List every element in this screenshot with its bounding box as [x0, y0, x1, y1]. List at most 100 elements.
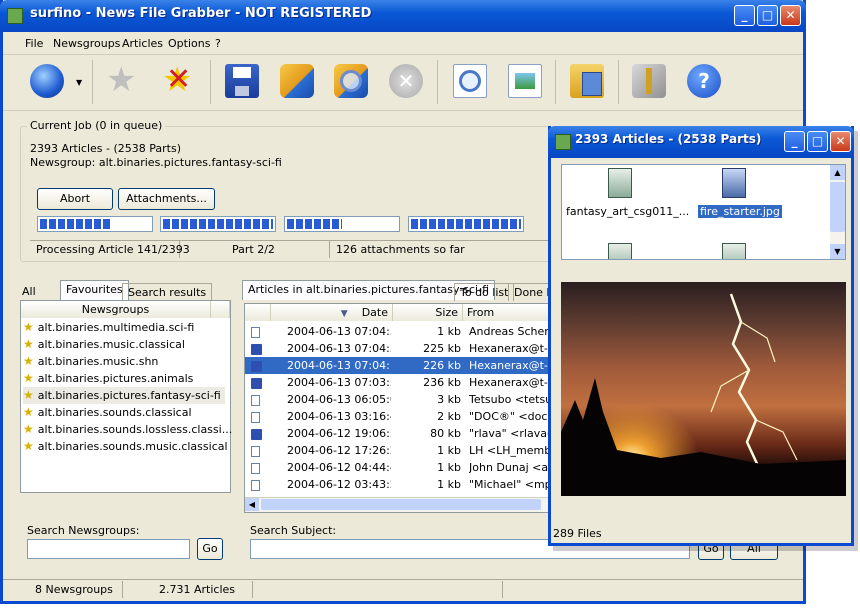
popup-close-button[interactable]: ✕	[830, 131, 851, 152]
tab-all[interactable]: All	[17, 283, 41, 301]
table-row[interactable]: 2004-06-12 19:06:57 80 kb "rlava" <rlava@	[245, 425, 553, 442]
minimize-button[interactable]: _	[734, 5, 755, 26]
file-icon[interactable]	[608, 168, 632, 198]
dropdown-arrow-icon[interactable]: ▼	[76, 78, 82, 87]
progress-bar-2	[160, 216, 276, 232]
close-button[interactable]: ✕	[780, 5, 801, 26]
main-title-bar[interactable]: surfino - News File Grabber - NOT REGIST…	[0, 0, 806, 32]
vertical-scrollbar[interactable]: ▲ ▼	[830, 165, 845, 259]
date-column-header[interactable]: ▼ Date	[271, 304, 393, 321]
newsgroups-list: Newsgroups ★ alt.binaries.multimedia.sci-…	[20, 300, 232, 493]
date-cell: 2004-06-12 04:44:46	[287, 461, 391, 474]
help-icon[interactable]: ?	[687, 64, 721, 98]
progress-fill-1	[40, 219, 112, 229]
stop-icon[interactable]: ✕	[389, 64, 423, 98]
folders-icon[interactable]	[570, 64, 604, 98]
table-row[interactable]: 2004-06-13 06:05:03 3 kb Tetsubo <tetsub	[245, 391, 553, 408]
search-newsgroups-go-button[interactable]: Go	[197, 538, 223, 560]
star-icon: ★	[23, 422, 34, 436]
package-icon[interactable]	[280, 64, 314, 98]
newsgroup-item[interactable]: ★ alt.binaries.sounds.lossless.classi...	[23, 421, 232, 438]
table-row[interactable]: 2004-06-13 07:04:31 225 kb Hexanerax@t-or	[245, 340, 553, 357]
popup-maximize-button[interactable]: □	[807, 131, 828, 152]
table-row[interactable]: 2004-06-12 03:43:22 1 kb "Michael" <mpo	[245, 476, 553, 493]
star-icon[interactable]: ★	[106, 60, 136, 100]
table-row[interactable]: 2004-06-13 07:04:53 1 kb Andreas Schenc	[245, 323, 553, 340]
settings-icon[interactable]	[632, 64, 666, 98]
table-row[interactable]: 2004-06-12 04:44:46 1 kb John Dunaj <ant	[245, 459, 553, 476]
menu-file[interactable]: File	[25, 37, 43, 50]
size-column-header[interactable]: Size	[393, 304, 463, 321]
separator	[437, 60, 438, 104]
popup-minimize-button[interactable]: _	[784, 131, 805, 152]
document-icon	[251, 442, 260, 459]
search-newsgroups-input[interactable]	[27, 539, 190, 559]
lightning-bolt	[729, 293, 761, 469]
newsgroup-item[interactable]: ★ alt.binaries.sounds.classical	[23, 404, 192, 421]
image-icon[interactable]	[508, 64, 542, 98]
globe-icon[interactable]	[30, 64, 64, 98]
from-cell: Tetsubo <tetsub	[469, 393, 553, 406]
tab-todo-list[interactable]: To do list	[454, 283, 515, 301]
newsgroup-item[interactable]: ★ alt.binaries.pictures.animals	[23, 370, 193, 387]
table-row[interactable]: 2004-06-13 03:16:45 2 kb "DOC®" <doc@	[245, 408, 553, 425]
star-icon: ★	[23, 354, 34, 368]
horizontal-scrollbar[interactable]: ◀	[245, 497, 553, 512]
menu-articles[interactable]: Articles	[122, 37, 163, 50]
star-icon: ★	[23, 337, 34, 351]
menu-help[interactable]: ?	[215, 37, 221, 50]
preview-icon[interactable]	[453, 64, 487, 98]
table-row-selected[interactable]: 2004-06-13 07:04:13 226 kb Hexanerax@t-or	[245, 357, 553, 374]
scroll-up-arrow-icon[interactable]: ▲	[830, 165, 845, 180]
date-cell: 2004-06-12 19:06:57	[287, 427, 391, 440]
scroll-down-arrow-icon[interactable]: ▼	[830, 244, 845, 259]
file-icon-selected[interactable]	[722, 168, 746, 198]
popup-title-bar[interactable]: 2393 Articles - (2538 Parts) _ □ ✕	[548, 126, 854, 158]
progress-bar-1	[37, 216, 153, 232]
menu-newsgroups[interactable]: Newsgroups	[53, 37, 120, 50]
size-cell: 2 kb	[437, 410, 461, 423]
menu-options[interactable]: Options	[168, 37, 210, 50]
document-icon	[251, 476, 260, 493]
newsgroup-item[interactable]: ★ alt.binaries.multimedia.sci-fi	[23, 319, 194, 336]
job-status-bar: Processing Article 141/2393 Part 2/2 126…	[30, 240, 550, 258]
app-icon	[555, 134, 571, 150]
from-cell: "DOC®" <doc@	[469, 410, 553, 423]
from-column-header[interactable]: From	[463, 304, 553, 321]
from-cell: Hexanerax@t-or	[469, 359, 553, 372]
newsgroups-column-header[interactable]: Newsgroups	[21, 301, 211, 318]
scroll-left-arrow-icon[interactable]: ◀	[245, 498, 259, 511]
file-name-1[interactable]: fantasy_art_csg011_...	[566, 205, 689, 218]
newsgroup-item-selected[interactable]: ★ alt.binaries.pictures.fantasy-sci-fi	[23, 387, 225, 404]
scroll-thumb[interactable]	[830, 182, 845, 232]
tab-favourites[interactable]: Favourites	[60, 280, 129, 300]
tab-search-results[interactable]: Search results	[122, 283, 213, 301]
file-icon[interactable]	[608, 243, 632, 259]
from-cell: John Dunaj <ant	[469, 461, 553, 474]
abort-button[interactable]: Abort	[37, 188, 113, 210]
search-package-icon[interactable]	[334, 64, 368, 98]
silhouette-trees	[561, 378, 846, 496]
star-icon: ★	[23, 388, 34, 402]
job-newsgroup-text: Newsgroup: alt.binaries.pictures.fantasy…	[30, 156, 282, 169]
lightning-branch	[740, 321, 776, 363]
separator	[92, 60, 93, 104]
attachments-button[interactable]: Attachments...	[118, 188, 215, 210]
main-title-text: surfino - News File Grabber - NOT REGIST…	[30, 6, 372, 21]
separator	[555, 60, 556, 104]
table-row[interactable]: 2004-06-13 07:03:54 236 kb Hexanerax@t-or	[245, 374, 553, 391]
status-newsgroups-count: 8 Newsgroups	[11, 581, 123, 598]
newsgroup-item[interactable]: ★ alt.binaries.music.shn	[23, 353, 158, 370]
file-name-2[interactable]: fire_starter.jpg	[698, 205, 782, 218]
newsgroup-item[interactable]: ★ alt.binaries.music.classical	[23, 336, 185, 353]
save-icon[interactable]	[225, 64, 259, 98]
from-cell: LH <LH_membe	[469, 444, 553, 457]
size-cell: 1 kb	[437, 325, 461, 338]
maximize-button[interactable]: □	[757, 5, 778, 26]
scroll-thumb[interactable]	[261, 499, 541, 510]
file-icon[interactable]	[722, 243, 746, 259]
lightning-branch	[710, 369, 750, 413]
newsgroup-item[interactable]: ★ alt.binaries.sounds.music.classical	[23, 438, 228, 455]
table-row[interactable]: 2004-06-12 17:26:21 1 kb LH <LH_membe	[245, 442, 553, 459]
icon-column-header[interactable]	[245, 304, 271, 321]
